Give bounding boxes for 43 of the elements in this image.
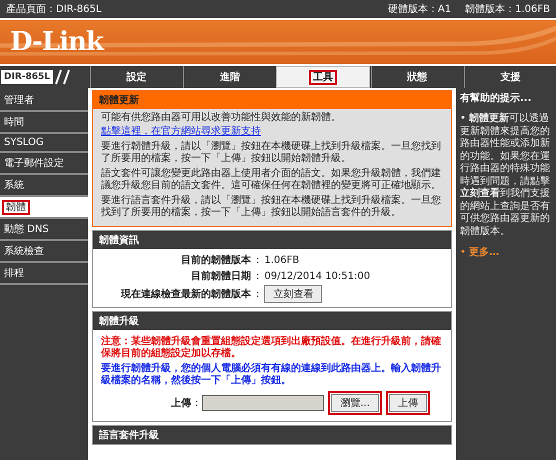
sidebar-item[interactable]: 電子郵件設定 bbox=[0, 153, 88, 175]
intro-text: 可能有供您路由器可用以改善功能性與效能的新韌體。 bbox=[101, 112, 342, 124]
info-label: 目前的韌體版本 bbox=[180, 254, 251, 267]
firmware-version: 韌體版本：1.06FB bbox=[465, 2, 550, 16]
product-page-label: 產品頁面：DIR-865L bbox=[6, 2, 102, 16]
support-link[interactable]: 點擊這裡，在官方網站尋求更新支持 bbox=[101, 124, 261, 138]
more-link[interactable]: • 更多… bbox=[460, 245, 500, 259]
section-title: 語言套件升級 bbox=[93, 426, 451, 444]
sidebar-item[interactable]: 系統檢查 bbox=[0, 241, 88, 263]
nav-tab[interactable]: 工具 bbox=[276, 66, 370, 88]
colon: : bbox=[256, 288, 260, 300]
hardware-version: 硬體版本：A1 bbox=[388, 2, 452, 16]
browse-button[interactable]: 瀏覽... bbox=[331, 394, 379, 412]
warning-text: 注意：某些韌體升級會重置組態設定選項到出廠預設值。在進行升級前，請確保將目前的組態設定加以存檔。 bbox=[101, 336, 442, 360]
sidebar-item[interactable]: 管理者 bbox=[0, 90, 88, 112]
sidebar-item[interactable]: 時間 bbox=[0, 112, 88, 134]
info-label: 現在連線檢查最新的韌體版本 bbox=[120, 287, 251, 301]
colon: : bbox=[256, 270, 260, 282]
slash-icon bbox=[55, 69, 72, 85]
logo: D-Link bbox=[10, 27, 103, 57]
upload-label: 上傳 bbox=[170, 396, 191, 410]
colon: : bbox=[195, 398, 198, 408]
file-field[interactable] bbox=[202, 395, 324, 411]
instruction-text: 語文套件可讓您變更此路由器上使用者介面的語文。如果您升級韌體，我們建議您升級您目前的語文套件。這可確保任何在韌體裡的變更將可正確地顯示。 bbox=[101, 168, 442, 192]
colon: : bbox=[256, 254, 260, 266]
section-title: 韌體更新 bbox=[93, 91, 451, 109]
instruction-text: 要進行語言套件升級，請以「瀏覽」按鈕在本機硬碟上找到升級檔案。一旦您找到了所要用的檔案，按一下「上傳」按鈕以開始語言套件的升級。 bbox=[101, 195, 442, 219]
instruction-text: 要進行韌體升級，您的個人電腦必須有有線的連線到此路由器上。輸入韌體升級檔案的名稱，然後按一下「上傳」按鈕。 bbox=[101, 363, 442, 387]
section-title: 韌體升級 bbox=[93, 312, 451, 330]
sidebar-item[interactable]: 排程 bbox=[0, 263, 88, 285]
hints-title: 有幫助的提示... bbox=[460, 92, 532, 105]
instruction-text: 要進行韌體升級，請以「瀏覽」按鈕在本機硬碟上找到升級檔案。一旦您找到了所要用的檔案，按一下「上傳」按鈕以開始韌體升級。 bbox=[101, 141, 442, 165]
section-title: 韌體資訊 bbox=[93, 231, 451, 249]
model-label: DIR-865L bbox=[1, 70, 54, 84]
info-value: 09/12/2014 10:51:00 bbox=[264, 270, 370, 282]
check-now-button[interactable]: 立刻查看 bbox=[264, 285, 322, 303]
upload-button[interactable]: 上傳 bbox=[388, 394, 427, 412]
info-label: 目前韌體日期 bbox=[190, 270, 251, 283]
sidebar-item[interactable]: 韌體 bbox=[0, 197, 88, 219]
info-value: 1.06FB bbox=[264, 254, 300, 266]
hint-text: • 韌體更新可以透過更新韌體來提高您的路由器性能或添加新的功能。如果您在運行路由器的特殊功能時遇到問題，請點擊立刻查看到我們支援的網站上查詢是否有可供您路由器更新的韌體版本。 bbox=[460, 113, 551, 238]
sidebar-item[interactable]: 動態 DNS bbox=[0, 219, 88, 241]
sidebar-item[interactable]: SYSLOG bbox=[0, 134, 88, 153]
